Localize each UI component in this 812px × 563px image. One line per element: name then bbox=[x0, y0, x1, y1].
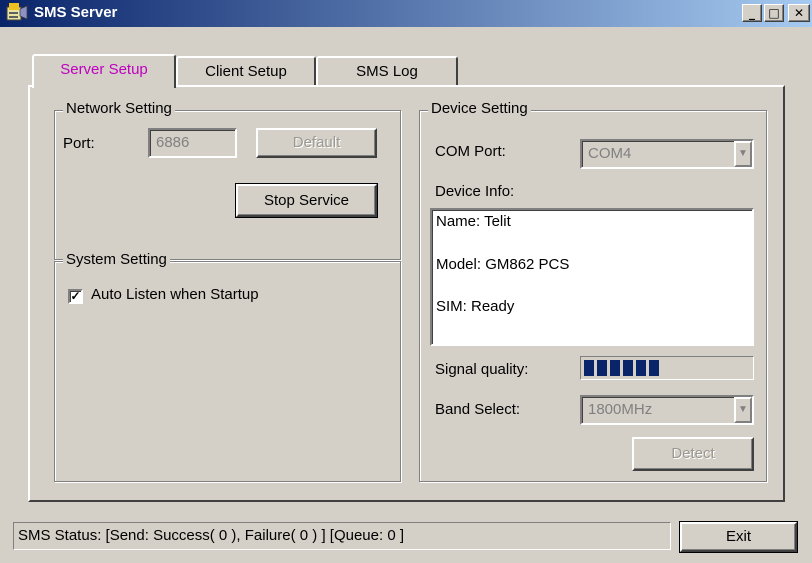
close-button[interactable]: ✕ bbox=[788, 4, 810, 22]
device-setting-group: Device Setting COM Port: COM4 ▼ Device I… bbox=[419, 100, 767, 482]
system-setting-legend: System Setting bbox=[63, 251, 170, 268]
network-setting-group: Network Setting Port: 6886 Default Stop … bbox=[54, 100, 401, 260]
signal-segment bbox=[597, 360, 607, 376]
system-setting-group: System Setting ✓ Auto Listen when Startu… bbox=[54, 251, 401, 482]
signal-segment bbox=[649, 360, 659, 376]
minimize-button[interactable]: _ bbox=[742, 4, 762, 22]
signal-quality-bar bbox=[580, 356, 754, 380]
device-info-box: Name: Telit Model: GM862 PCS SIM: Ready bbox=[430, 208, 754, 346]
signal-segment bbox=[623, 360, 633, 376]
device-info-label: Device Info: bbox=[435, 183, 515, 200]
signal-segment bbox=[610, 360, 620, 376]
com-port-select[interactable]: COM4 ▼ bbox=[580, 139, 754, 169]
com-port-label: COM Port: bbox=[435, 143, 506, 160]
default-button[interactable]: Default bbox=[256, 128, 377, 158]
band-value: 1800MHz bbox=[588, 401, 653, 418]
port-label: Port: bbox=[63, 135, 95, 152]
device-model: Model: GM862 PCS bbox=[436, 256, 570, 273]
detect-button[interactable]: Detect bbox=[632, 437, 754, 471]
title-bar[interactable]: SMS Server _ □ ✕ bbox=[0, 0, 812, 27]
maximize-icon: □ bbox=[768, 6, 780, 20]
auto-listen-checkbox[interactable]: ✓ bbox=[68, 289, 83, 304]
device-name: Name: Telit bbox=[436, 213, 511, 230]
signal-quality-label: Signal quality: bbox=[435, 361, 529, 378]
server-setup-panel: Network Setting Port: 6886 Default Stop … bbox=[28, 85, 785, 502]
maximize-button[interactable]: □ bbox=[764, 4, 784, 22]
stop-service-button[interactable]: Stop Service bbox=[235, 183, 378, 218]
band-select-label: Band Select: bbox=[435, 401, 521, 418]
close-icon: ✕ bbox=[793, 6, 805, 20]
signal-segment bbox=[584, 360, 594, 376]
port-field[interactable]: 6886 bbox=[148, 128, 237, 158]
device-sim: SIM: Ready bbox=[436, 298, 515, 315]
chevron-down-icon[interactable]: ▼ bbox=[734, 397, 752, 423]
checkmark-icon: ✓ bbox=[70, 289, 81, 303]
tab-server-setup[interactable]: Server Setup bbox=[32, 54, 176, 88]
tab-label: Client Setup bbox=[205, 63, 287, 80]
tab-client-setup[interactable]: Client Setup bbox=[176, 56, 316, 86]
device-setting-legend: Device Setting bbox=[428, 100, 531, 117]
sms-server-window: SMS Server _ □ ✕ Server Setup Client Set… bbox=[0, 0, 812, 563]
chevron-down-icon[interactable]: ▼ bbox=[734, 141, 752, 167]
status-bar: SMS Status: [Send: Success( 0 ), Failure… bbox=[13, 522, 671, 550]
band-select[interactable]: 1800MHz ▼ bbox=[580, 395, 754, 425]
network-setting-legend: Network Setting bbox=[63, 100, 175, 117]
tab-sms-log[interactable]: SMS Log bbox=[316, 56, 458, 86]
auto-listen-label: Auto Listen when Startup bbox=[91, 286, 259, 303]
exit-button[interactable]: Exit bbox=[679, 521, 798, 553]
window-title: SMS Server bbox=[34, 4, 118, 21]
tab-label: SMS Log bbox=[356, 63, 418, 80]
signal-segment bbox=[636, 360, 646, 376]
minimize-icon: _ bbox=[749, 6, 755, 20]
com-port-value: COM4 bbox=[588, 145, 632, 162]
tab-label: Server Setup bbox=[60, 61, 148, 78]
sms-app-icon bbox=[6, 3, 28, 21]
